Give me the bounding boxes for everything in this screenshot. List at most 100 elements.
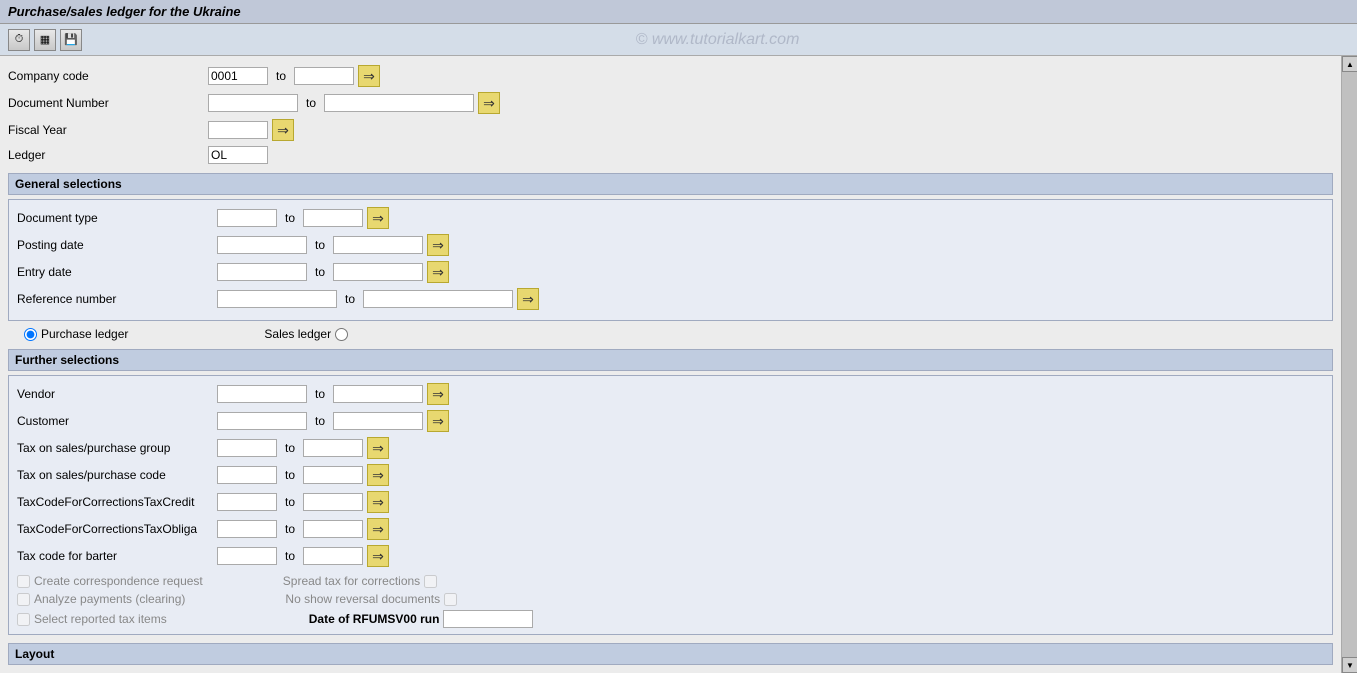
purchase-ledger-radio[interactable] <box>24 328 37 341</box>
analyze-payments-checkbox[interactable] <box>17 593 30 606</box>
tax-group-input[interactable] <box>217 439 277 457</box>
document-type-input-to[interactable] <box>303 209 363 227</box>
scrollbar-thumb[interactable] <box>1342 72 1357 657</box>
to-label-6: to <box>345 292 355 306</box>
document-number-row: Document Number to ⇒ <box>8 91 1333 115</box>
company-code-label: Company code <box>8 69 208 83</box>
sales-ledger-radio[interactable] <box>335 328 348 341</box>
tax-code-input[interactable] <box>217 466 277 484</box>
document-number-label: Document Number <box>8 96 208 110</box>
tax-barter-arrow[interactable]: ⇒ <box>367 545 389 567</box>
tax-barter-input[interactable] <box>217 547 277 565</box>
to-label-7: to <box>315 387 325 401</box>
to-label-9: to <box>285 441 295 455</box>
to-label-10: to <box>285 468 295 482</box>
to-label-11: to <box>285 495 295 509</box>
no-show-reversal-checkbox[interactable] <box>444 593 457 606</box>
posting-date-input-to[interactable] <box>333 236 423 254</box>
tax-group-label: Tax on sales/purchase group <box>17 441 217 455</box>
title-bar: Purchase/sales ledger for the Ukraine <box>0 0 1357 24</box>
scrollbar[interactable]: ▲ ▼ <box>1341 56 1357 673</box>
select-reported-checkbox[interactable] <box>17 613 30 626</box>
date-rfumsv-label: Date of RFUMSV00 run <box>309 612 440 626</box>
entry-date-arrow[interactable]: ⇒ <box>427 261 449 283</box>
document-number-arrow[interactable]: ⇒ <box>478 92 500 114</box>
sales-ledger-option[interactable]: Sales ledger <box>264 327 348 341</box>
general-selections-section: General selections Document type to ⇒ Po… <box>8 173 1333 321</box>
customer-label: Customer <box>17 414 217 428</box>
clock-icon[interactable]: ⏱ <box>8 29 30 51</box>
spread-tax-wrapper: Spread tax for corrections <box>283 574 437 588</box>
reference-number-input-to[interactable] <box>363 290 513 308</box>
purchase-ledger-option[interactable]: Purchase ledger <box>24 327 128 341</box>
document-number-input[interactable] <box>208 94 298 112</box>
entry-date-input[interactable] <box>217 263 307 281</box>
further-selections-header: Further selections <box>8 349 1333 371</box>
select-reported-wrapper: Select reported tax items <box>17 612 167 626</box>
ledger-input[interactable] <box>208 146 268 164</box>
sales-ledger-label: Sales ledger <box>264 327 331 341</box>
tax-credit-input-to[interactable] <box>303 493 363 511</box>
to-label-8: to <box>315 414 325 428</box>
customer-input[interactable] <box>217 412 307 430</box>
tax-obliga-input[interactable] <box>217 520 277 538</box>
tax-code-arrow[interactable]: ⇒ <box>367 464 389 486</box>
to-label-2: to <box>306 96 316 110</box>
company-code-row: Company code to ⇒ <box>8 64 1333 88</box>
document-number-input-to[interactable] <box>324 94 474 112</box>
tax-group-row: Tax on sales/purchase group to ⇒ <box>17 436 1324 460</box>
tax-group-arrow[interactable]: ⇒ <box>367 437 389 459</box>
tax-group-input-to[interactable] <box>303 439 363 457</box>
reference-number-arrow[interactable]: ⇒ <box>517 288 539 310</box>
analyze-payments-wrapper: Analyze payments (clearing) <box>17 592 185 606</box>
create-correspondence-label: Create correspondence request <box>34 574 203 588</box>
general-selections-header: General selections <box>8 173 1333 195</box>
tax-code-input-to[interactable] <box>303 466 363 484</box>
create-correspondence-checkbox[interactable] <box>17 575 30 588</box>
customer-input-to[interactable] <box>333 412 423 430</box>
posting-date-input[interactable] <box>217 236 307 254</box>
main-window: Purchase/sales ledger for the Ukraine ⏱ … <box>0 0 1357 673</box>
tax-credit-row: TaxCodeForCorrectionsTaxCredit to ⇒ <box>17 490 1324 514</box>
tax-code-row: Tax on sales/purchase code to ⇒ <box>17 463 1324 487</box>
vendor-arrow[interactable]: ⇒ <box>427 383 449 405</box>
tax-credit-input[interactable] <box>217 493 277 511</box>
fiscal-year-input[interactable] <box>208 121 268 139</box>
spread-tax-checkbox[interactable] <box>424 575 437 588</box>
document-type-input[interactable] <box>217 209 277 227</box>
tax-obliga-arrow[interactable]: ⇒ <box>367 518 389 540</box>
posting-date-arrow[interactable]: ⇒ <box>427 234 449 256</box>
document-type-arrow[interactable]: ⇒ <box>367 207 389 229</box>
tax-credit-label: TaxCodeForCorrectionsTaxCredit <box>17 495 217 509</box>
entry-date-input-to[interactable] <box>333 263 423 281</box>
grid-icon[interactable]: ▦ <box>34 29 56 51</box>
scrollbar-up-arrow[interactable]: ▲ <box>1342 56 1357 72</box>
save-icon[interactable]: 💾 <box>60 29 82 51</box>
tax-credit-arrow[interactable]: ⇒ <box>367 491 389 513</box>
to-label-12: to <box>285 522 295 536</box>
vendor-input[interactable] <box>217 385 307 403</box>
company-code-arrow[interactable]: ⇒ <box>358 65 380 87</box>
customer-row: Customer to ⇒ <box>17 409 1324 433</box>
checkboxes-row-1: Create correspondence request Spread tax… <box>17 574 1324 588</box>
tax-barter-input-to[interactable] <box>303 547 363 565</box>
company-code-input-to[interactable] <box>294 67 354 85</box>
tax-obliga-row: TaxCodeForCorrectionsTaxObliga to ⇒ <box>17 517 1324 541</box>
watermark: © www.tutorialkart.com <box>86 31 1349 49</box>
entry-date-row: Entry date to ⇒ <box>17 260 1324 284</box>
date-rfumsv-input[interactable] <box>443 610 533 628</box>
document-type-row: Document type to ⇒ <box>17 206 1324 230</box>
reference-number-input[interactable] <box>217 290 337 308</box>
fiscal-year-arrow[interactable]: ⇒ <box>272 119 294 141</box>
no-show-reversal-wrapper: No show reversal documents <box>285 592 457 606</box>
vendor-input-to[interactable] <box>333 385 423 403</box>
to-label-5: to <box>315 265 325 279</box>
customer-arrow[interactable]: ⇒ <box>427 410 449 432</box>
ledger-row: Ledger <box>8 145 1333 165</box>
to-label-4: to <box>315 238 325 252</box>
tax-barter-row: Tax code for barter to ⇒ <box>17 544 1324 568</box>
company-code-input[interactable] <box>208 67 268 85</box>
scrollbar-down-arrow[interactable]: ▼ <box>1342 657 1357 673</box>
tax-obliga-input-to[interactable] <box>303 520 363 538</box>
fiscal-year-row: Fiscal Year ⇒ <box>8 118 1333 142</box>
